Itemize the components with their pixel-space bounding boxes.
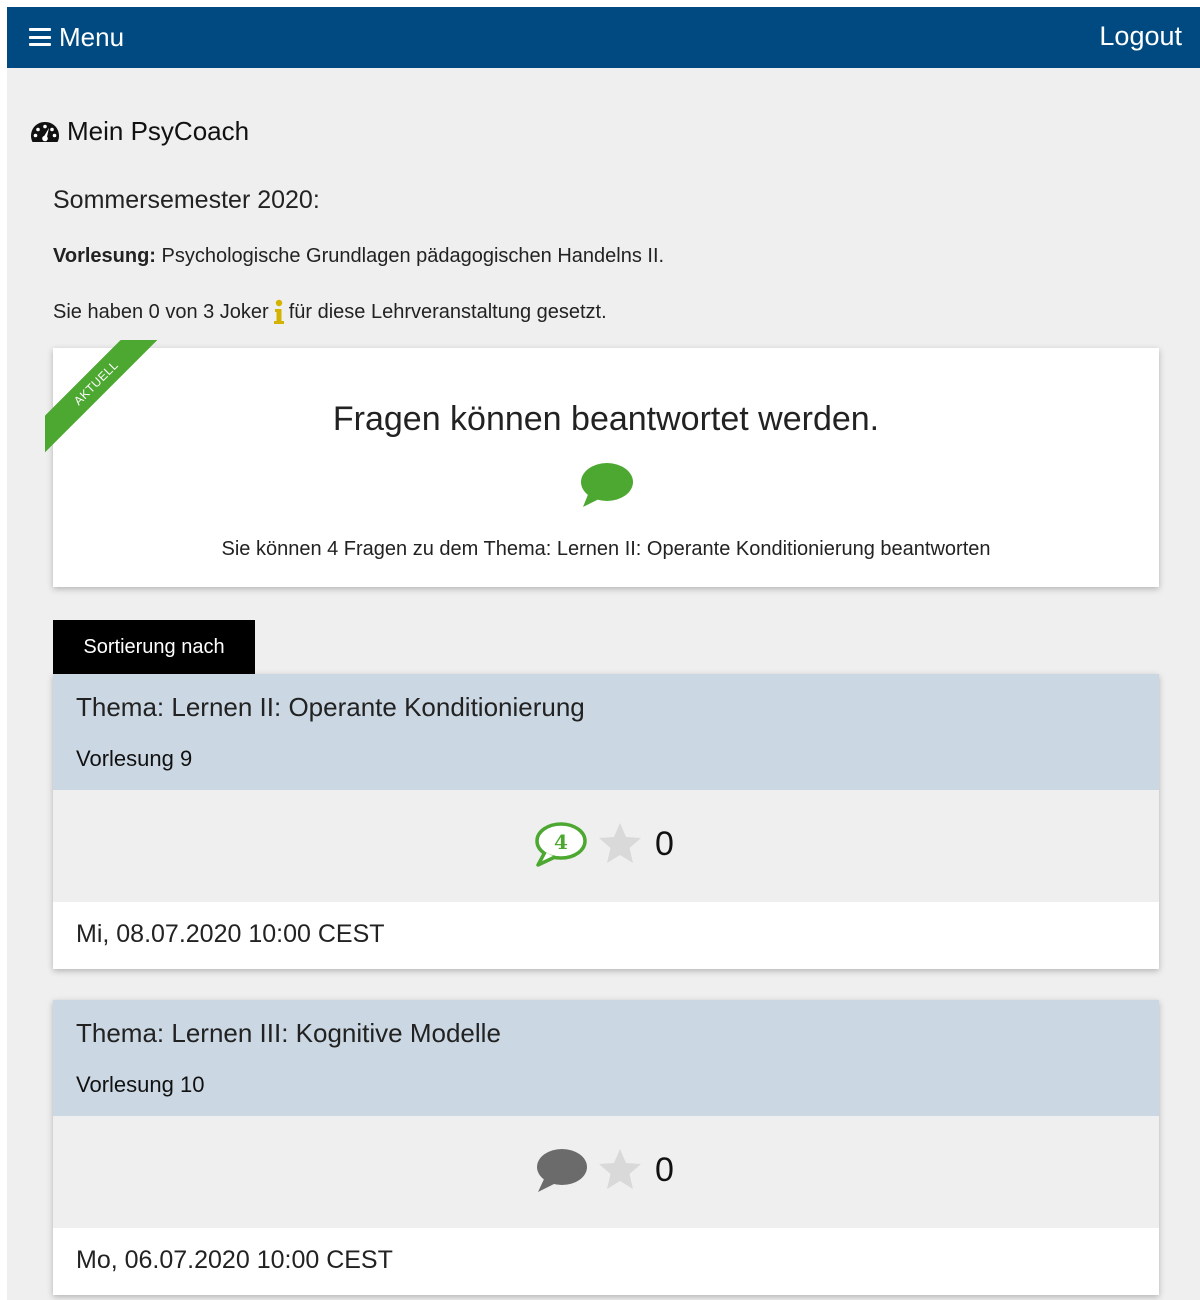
- lecture-number: Vorlesung 10: [76, 1072, 205, 1097]
- lecture-topic: Thema: Lernen II: Operante Konditionieru…: [76, 692, 585, 722]
- status-title: Fragen können beantwortet werden.: [332, 400, 880, 438]
- lecture-info: Vorlesung: Psychologische Grundlagen päd…: [53, 245, 664, 268]
- lecture-date: Mi, 08.07.2020 10:00 CEST: [76, 920, 385, 948]
- status-card: Fragen können beantwortet werden. Sie kö…: [53, 348, 1159, 587]
- dashboard-icon: [31, 121, 59, 142]
- lecture-card-footer: Mo, 06.07.2020 10:00 CEST: [53, 1228, 1159, 1295]
- joker-text-end: für diese Lehrveranstaltung gesetzt.: [288, 300, 607, 323]
- top-navbar: Menu Logout: [7, 7, 1200, 68]
- questions-icon[interactable]: 4: [533, 820, 587, 868]
- star-count: 0: [655, 1150, 674, 1189]
- ribbon-label: AKTUELL: [45, 340, 165, 453]
- speech-bubble-icon: [581, 463, 633, 507]
- question-count: 4: [554, 830, 568, 854]
- lecture-card[interactable]: Thema: Lernen II: Operante Konditionieru…: [53, 674, 1159, 969]
- page-title: Mein PsyCoach: [30, 116, 249, 147]
- lecture-card[interactable]: Thema: Lernen III: Kognitive Modelle Vor…: [53, 1000, 1159, 1295]
- star-icon[interactable]: [597, 821, 643, 867]
- hamburger-icon: [29, 28, 51, 46]
- page: Menu Logout Mein PsyCoach Sommersemester…: [0, 0, 1200, 1300]
- speech-bubble-grey-icon[interactable]: [533, 1146, 587, 1194]
- status-description: Sie können 4 Fragen zu dem Thema: Lernen…: [221, 538, 991, 560]
- lecture-stats-bar: 4 0: [53, 790, 1159, 902]
- page-title-text: Mein PsyCoach: [67, 116, 250, 146]
- lecture-card-header: Thema: Lernen II: Operante Konditionieru…: [53, 674, 1159, 790]
- joker-text-start: Sie haben 0 von 3 Joker: [53, 300, 269, 323]
- lecture-stats: 4 0: [533, 820, 674, 868]
- lecture-topic: Thema: Lernen III: Kognitive Modelle: [76, 1018, 501, 1048]
- lecture-stats: 0: [533, 1146, 674, 1194]
- menu-label: Menu: [59, 22, 125, 52]
- lecture-stats-bar: 0: [53, 1116, 1159, 1228]
- menu-button[interactable]: Menu: [29, 23, 124, 51]
- star-icon[interactable]: [597, 1147, 643, 1193]
- logout-link[interactable]: Logout: [1099, 21, 1182, 51]
- lecture-date: Mo, 06.07.2020 10:00 CEST: [76, 1246, 393, 1274]
- joker-info: Sie haben 0 von 3 Joker für diese Lehrve…: [53, 299, 607, 325]
- lecture-card-header: Thema: Lernen III: Kognitive Modelle Vor…: [53, 1000, 1159, 1116]
- lecture-label: Vorlesung:: [53, 245, 156, 267]
- lecture-name: Psychologische Grundlagen pädagogischen …: [155, 245, 665, 267]
- lecture-number: Vorlesung 9: [76, 746, 193, 771]
- star-count: 0: [655, 824, 674, 863]
- info-icon[interactable]: [273, 299, 285, 325]
- lecture-card-footer: Mi, 08.07.2020 10:00 CEST: [53, 902, 1159, 969]
- semester-heading: Sommersemester 2020:: [53, 186, 320, 214]
- sort-button[interactable]: Sortierung nach: [53, 620, 255, 674]
- page-edge: [0, 0, 7, 1300]
- current-ribbon: AKTUELL: [45, 340, 165, 460]
